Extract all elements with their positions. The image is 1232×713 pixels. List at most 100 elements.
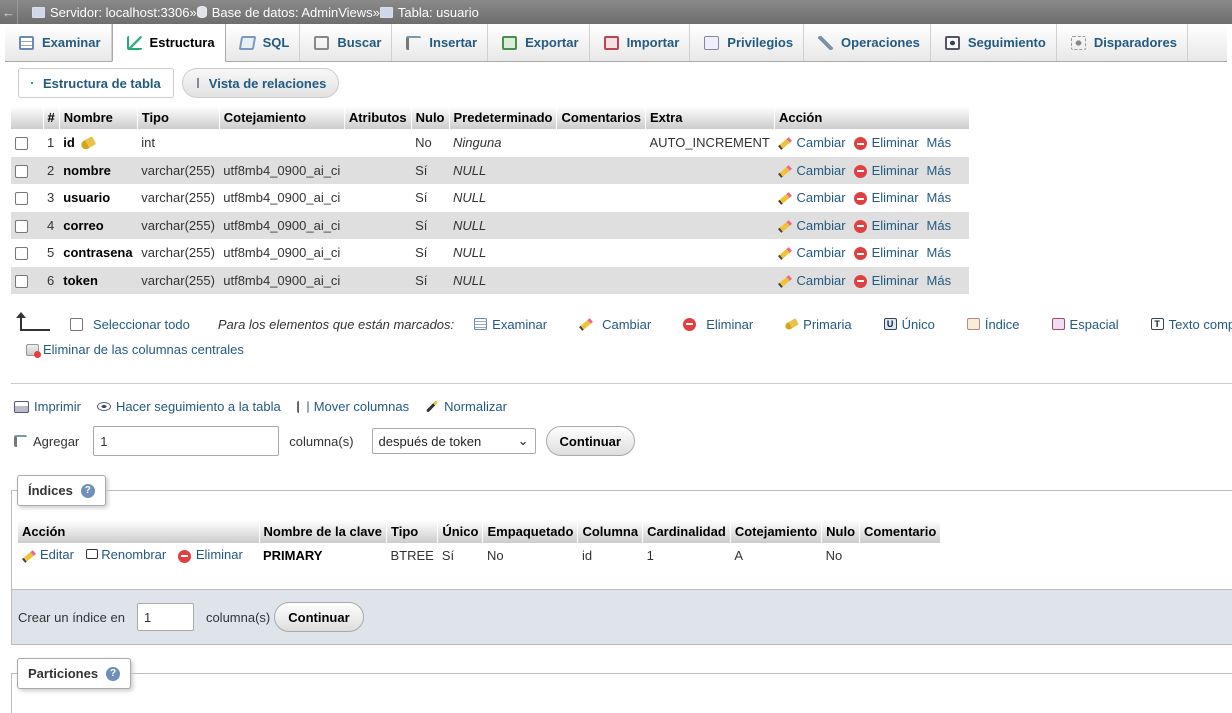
tab-sql[interactable]: SQL [226,24,301,61]
select-all-checkbox[interactable] [70,317,83,331]
print-button[interactable]: Imprimir [14,399,81,414]
bulk-change-button[interactable]: Cambiar [579,317,651,332]
tab-privilegios[interactable]: Privilegios [690,24,805,61]
structure-icon [31,82,33,84]
change-button[interactable]: Cambiar [778,163,846,178]
change-button[interactable]: Cambiar [778,135,846,151]
normalize-button[interactable]: Normalizar [425,399,507,414]
bulk-browse-button[interactable]: Examinar [474,317,547,332]
bulk-fulltext-button[interactable]: TTexto completo [1150,317,1232,332]
track-table-button[interactable]: Hacer seguimiento a la tabla [96,399,281,414]
change-button[interactable]: Cambiar [778,218,846,233]
bulk-primary-button[interactable]: Primaria [784,317,852,332]
row-checkbox[interactable] [15,137,28,151]
chevron-down-icon: ⌄ [517,433,529,448]
more-button[interactable]: Más [927,245,952,260]
drop-icon [683,317,697,331]
col-header: Nombre de la clave [259,520,387,543]
drop-button[interactable]: Eliminar [853,135,919,151]
bulk-unique-button[interactable]: U Único [883,317,935,332]
tab-importar[interactable]: Importar [590,24,691,61]
more-button[interactable]: Más [927,218,952,233]
add-columns-submit-button[interactable]: Continuar [545,426,635,456]
more-button[interactable]: Más [927,273,952,288]
change-button[interactable]: Cambiar [778,190,846,206]
bulk-drop-button[interactable]: Eliminar [683,317,753,332]
create-index-count-input[interactable]: 1 [136,603,194,631]
columns-table: # Nombre Tipo Cotejamiento Atributos Nul… [11,106,970,294]
change-button[interactable]: Cambiar [778,273,846,288]
edit-index-button[interactable]: Editar [22,547,74,562]
pencil-icon [778,137,793,151]
row-checkbox[interactable] [15,192,28,206]
col-header: Nombre [59,106,138,129]
tab-seguimiento[interactable]: Seguimiento [931,24,1057,61]
tab-exportar[interactable]: Exportar [488,24,590,61]
add-columns-count-input[interactable]: 1 [93,426,280,456]
drop-button[interactable]: Eliminar [853,245,919,261]
tab-examinar[interactable]: Examinar [5,24,112,61]
column-name: token [59,266,138,294]
create-index-submit-button[interactable]: Continuar [274,602,364,632]
drop-index-button[interactable]: Eliminar [177,547,243,563]
help-icon[interactable]: ? [80,483,95,498]
primary-key-icon [784,317,800,331]
table-row: 1 id int No Ninguna AUTO_INCREMENT Cambi… [11,129,970,157]
row-checkbox[interactable] [15,219,28,233]
col-header: Acción [18,520,260,543]
more-button[interactable]: Más [927,163,952,178]
drop-button[interactable]: Eliminar [853,190,919,206]
fulltext-icon: T [1150,318,1164,330]
drop-icon [853,192,867,206]
wrench-icon [818,35,834,50]
tab-disparadores[interactable]: Disparadores [1057,24,1188,61]
add-columns-form: Agregar 1 columna(s) después de token ⌄ C… [14,426,635,456]
central-columns-icon [26,343,41,358]
import-icon [603,35,619,50]
remove-central-columns-button[interactable]: Eliminar de las columnas centrales [26,342,244,358]
more-button[interactable]: Más [927,135,952,150]
column-name: correo [59,211,138,239]
more-button[interactable]: Más [927,190,952,205]
collapse-arrow-icon[interactable]: ← [0,0,18,24]
bulk-spatial-button[interactable]: Espacial [1051,317,1119,332]
move-columns-button[interactable]: Mover columnas [296,399,409,414]
tab-insertar[interactable]: Insertar [392,24,489,61]
row-checkbox[interactable] [15,274,28,288]
row-checkbox[interactable] [15,164,28,178]
tab-operaciones[interactable]: Operaciones [804,24,931,61]
index-icon [966,318,980,330]
pencil-icon [778,192,793,206]
indexes-legend[interactable]: Índices ? [17,475,106,506]
col-header: Nulo [821,520,861,543]
row-checkbox[interactable] [15,247,28,261]
change-button[interactable]: Cambiar [778,245,846,260]
partitions-fieldset [11,673,1232,713]
export-icon [502,35,518,50]
add-columns-position-select[interactable]: después de token ⌄ [371,428,536,454]
subtab-table-structure[interactable]: Estructura de tabla [18,68,174,98]
bulk-index-button[interactable]: Índice [966,317,1020,332]
tab-buscar[interactable]: Buscar [300,24,393,61]
breadcrumb-database[interactable]: Base de datos: AdminViews [196,5,373,20]
breadcrumb-server[interactable]: Servidor: localhost:3306 [32,5,189,20]
tab-estructura[interactable]: Estructura [111,24,226,62]
table-row: 5 contrasena varchar(255) utf8mb4_0900_a… [11,239,970,267]
partitions-legend[interactable]: Particiones ? [17,658,132,689]
bulk-actions: Seleccionar todo Para los elementos que … [16,312,1232,336]
col-header: Columna [577,520,644,543]
select-all-label[interactable]: Seleccionar todo [93,317,190,332]
breadcrumb-table[interactable]: Tabla: usuario [379,5,479,20]
help-icon[interactable]: ? [106,666,121,681]
magic-wand-icon [426,400,439,413]
drop-button[interactable]: Eliminar [853,218,919,233]
drop-icon [853,164,867,178]
drop-button[interactable]: Eliminar [853,273,919,288]
col-header: Tipo [137,106,220,129]
subtab-relation-view[interactable]: Vista de relaciones [181,68,340,98]
drop-button[interactable]: Eliminar [853,163,919,178]
pencil-icon [22,549,36,563]
indexes-table: Acción Nombre de la clave Tipo Único Emp… [18,520,942,567]
add-columns-label: Agregar [14,434,79,449]
rename-index-button[interactable]: Renombrar [85,547,166,562]
